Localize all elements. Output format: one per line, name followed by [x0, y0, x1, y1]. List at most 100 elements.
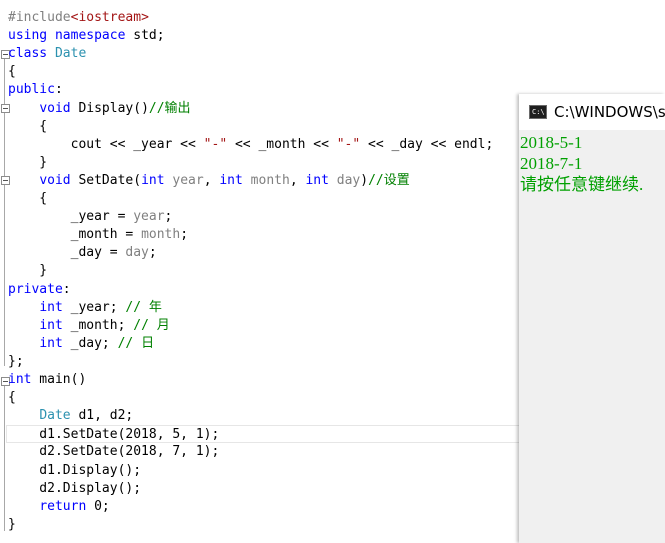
code-token: #include — [8, 10, 71, 25]
code-token: class — [8, 46, 48, 61]
code-token: } — [8, 263, 48, 278]
code-token: _month; — [62, 318, 134, 333]
code-line[interactable]: public: — [8, 81, 63, 99]
code-token: { — [8, 64, 16, 79]
code-token: }; — [8, 354, 24, 369]
code-line[interactable]: private: — [8, 281, 71, 299]
code-line[interactable]: _month = month; — [8, 226, 188, 244]
code-token: int — [141, 173, 165, 188]
code-token: int — [39, 318, 63, 333]
code-line[interactable]: int main() — [8, 371, 86, 389]
console-title: C:\WINDOWS\s — [554, 103, 665, 121]
code-line[interactable]: } — [8, 154, 47, 172]
code-token: //设置 — [368, 173, 410, 188]
code-token: ; — [148, 245, 157, 260]
code-token: ; — [180, 227, 189, 242]
outline-guide-display — [4, 112, 5, 162]
code-line[interactable]: void SetDate(int year, int month, int da… — [8, 172, 410, 190]
code-token: _day; — [62, 336, 118, 351]
code-token: "-" — [336, 137, 361, 152]
code-line[interactable]: #include<iostream> — [8, 9, 149, 27]
code-token: } — [8, 155, 48, 170]
code-token: ) — [360, 173, 369, 188]
code-token: 0; — [86, 499, 110, 514]
code-line[interactable]: int _year; // 年 — [8, 299, 162, 317]
console-window[interactable]: C:\ C:\WINDOWS\s 2018-5-1 2018-7-1 请按任意键… — [519, 94, 665, 543]
code-token: month — [250, 173, 290, 188]
console-titlebar[interactable]: C:\ C:\WINDOWS\s — [519, 94, 665, 130]
code-token: year — [133, 209, 165, 224]
code-token: Display() — [70, 101, 149, 116]
code-token: d1.Display(); — [8, 463, 142, 478]
code-token: ; — [164, 209, 173, 224]
code-token: using — [8, 28, 48, 43]
code-line[interactable]: return 0; — [8, 498, 110, 516]
code-token: , — [203, 173, 220, 188]
code-line[interactable]: d1.SetDate(2018, 5, 1); — [6, 425, 526, 443]
console-output-line: 请按任意键继续. — [520, 175, 644, 194]
code-line[interactable]: cout << _year << "-" << _month << "-" <<… — [8, 136, 494, 154]
code-line[interactable]: d2.SetDate(2018, 7, 1); — [8, 443, 219, 461]
code-token: d2.Display(); — [8, 481, 142, 496]
code-token: return — [39, 499, 87, 514]
code-token: << _day << endl; — [360, 137, 494, 152]
code-token: // 日 — [117, 336, 155, 351]
code-token: //输出 — [148, 101, 191, 116]
code-line[interactable]: Date d1, d2; — [8, 407, 133, 425]
code-token: SetDate( — [70, 173, 142, 188]
outline-guide-setdate — [4, 184, 5, 270]
console-output-line: 2018-7-1 — [520, 154, 583, 173]
cmd-icon: C:\ — [529, 105, 547, 119]
code-line[interactable]: }; — [8, 353, 24, 371]
code-line[interactable]: _day = day; — [8, 244, 157, 262]
code-token: public — [8, 82, 55, 97]
code-line[interactable]: void Display()//输出 — [8, 100, 191, 118]
code-token: main() — [31, 372, 87, 387]
code-line[interactable]: { — [8, 118, 47, 136]
outline-guide-main — [4, 385, 5, 531]
code-line[interactable]: using namespace std; — [8, 27, 165, 45]
code-line[interactable]: int _day; // 日 — [8, 335, 154, 353]
code-line[interactable]: { — [8, 190, 47, 208]
code-token: d2.SetDate(2018, 7, 1); — [8, 444, 220, 459]
code-token: _year; — [62, 300, 126, 315]
code-line[interactable]: int _month; // 月 — [8, 317, 170, 335]
code-token: int — [219, 173, 243, 188]
code-line[interactable]: _year = year; — [8, 208, 173, 226]
code-line[interactable]: { — [8, 389, 16, 407]
code-token: day — [336, 173, 361, 188]
code-token: std; — [125, 28, 165, 43]
code-token: month — [141, 227, 181, 242]
code-token: namespace — [54, 28, 126, 43]
code-line[interactable]: d2.Display(); — [8, 480, 141, 498]
code-token: , — [289, 173, 306, 188]
code-line[interactable]: d1.Display(); — [8, 462, 141, 480]
cmd-icon-text: C:\ — [532, 108, 545, 116]
code-token: d1, d2; — [70, 408, 134, 423]
code-token: int — [39, 300, 63, 315]
code-token: day — [125, 245, 149, 260]
code-token: // 月 — [133, 318, 170, 333]
code-line[interactable]: { — [8, 63, 16, 81]
code-token: { — [8, 390, 16, 405]
code-token: int — [39, 336, 63, 351]
code-token: << _month << — [227, 137, 337, 152]
code-line[interactable]: } — [8, 516, 16, 534]
code-token: private — [8, 282, 63, 297]
code-token: : — [62, 282, 71, 297]
code-line[interactable]: } — [8, 262, 47, 280]
code-line[interactable]: class Date — [8, 45, 86, 63]
code-token: year — [172, 173, 204, 188]
code-token: { — [8, 119, 48, 134]
code-token: void — [39, 101, 71, 116]
code-token: // 年 — [125, 300, 162, 315]
